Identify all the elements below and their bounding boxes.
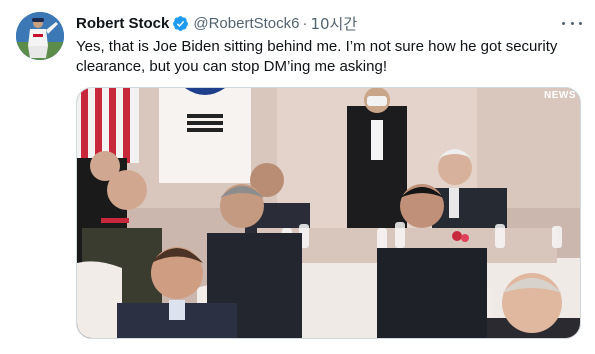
author-handle[interactable]: @RobertStock6	[193, 15, 299, 32]
photo-scene	[77, 88, 580, 338]
tweet-card[interactable]: Robert Stock @RobertStock6 · 10시간 Yes, t…	[0, 0, 595, 354]
tweet-header: Robert Stock @RobertStock6 · 10시간	[76, 13, 357, 33]
more-options-icon[interactable]	[562, 14, 582, 32]
tweet-text: Yes, that is Joe Biden sitting behind me…	[76, 38, 558, 75]
author-name[interactable]: Robert Stock	[76, 15, 169, 32]
media-badge: NEWS	[544, 90, 576, 101]
verified-badge-icon	[172, 15, 189, 32]
separator-dot: ·	[302, 14, 308, 32]
tweet-media-photo[interactable]: NEWS	[76, 87, 581, 339]
avatar[interactable]	[16, 12, 64, 60]
timestamp[interactable]: 10시간	[310, 13, 357, 34]
